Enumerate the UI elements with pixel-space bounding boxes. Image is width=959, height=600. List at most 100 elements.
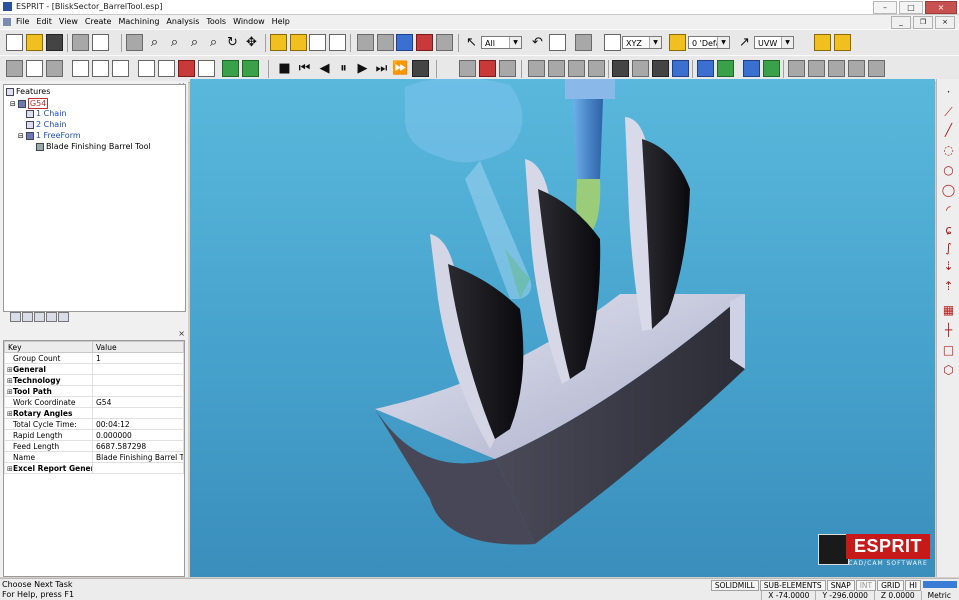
- property-value[interactable]: 1: [92, 352, 184, 364]
- chain-arrow-icon[interactable]: ⇣: [941, 259, 956, 274]
- document-icon[interactable]: [3, 18, 11, 26]
- polygon-icon[interactable]: ⬡: [941, 363, 956, 378]
- collision-icon[interactable]: [528, 60, 545, 77]
- tree-item-operation[interactable]: Blade Finishing Barrel Tool: [36, 142, 151, 151]
- workplane-icon[interactable]: [604, 34, 621, 51]
- stop-sim-icon[interactable]: ■: [276, 60, 293, 77]
- five-axis-icon[interactable]: [178, 60, 195, 77]
- part-icon[interactable]: [672, 60, 689, 77]
- uvw-select[interactable]: UVW ▼: [754, 36, 794, 49]
- property-row[interactable]: ⊞Tool Path: [4, 385, 184, 397]
- solid-color-icon[interactable]: [717, 60, 734, 77]
- property-row[interactable]: ⊞Rotary Angles: [4, 407, 184, 419]
- rotate-icon[interactable]: ↻: [224, 34, 241, 51]
- open-folder-icon[interactable]: [26, 34, 43, 51]
- doc-minimize-button[interactable]: _: [891, 16, 911, 29]
- holder-display-icon[interactable]: [479, 60, 496, 77]
- collapse-icon[interactable]: ⊟: [18, 132, 24, 140]
- menu-view[interactable]: View: [59, 17, 78, 26]
- doc-close-button[interactable]: ×: [935, 16, 955, 29]
- move-icon[interactable]: ✥: [243, 34, 260, 51]
- pause-icon[interactable]: ⏸: [335, 60, 352, 77]
- coordinate-select[interactable]: XYZ ▼: [622, 36, 662, 49]
- tool-display-icon[interactable]: [459, 60, 476, 77]
- end-icon[interactable]: [412, 60, 429, 77]
- layers-icon[interactable]: [357, 34, 374, 51]
- verify-icon[interactable]: [242, 60, 259, 77]
- step-back-icon[interactable]: ◀: [316, 60, 333, 77]
- mode-solidmill[interactable]: SOLIDMILL: [710, 580, 759, 591]
- menu-file[interactable]: File: [16, 17, 29, 26]
- gouge-check-icon[interactable]: [548, 60, 565, 77]
- menu-create[interactable]: Create: [85, 17, 112, 26]
- rebuild-icon[interactable]: [222, 60, 239, 77]
- pocketing-icon[interactable]: [92, 60, 109, 77]
- contouring-icon[interactable]: [112, 60, 129, 77]
- tool-end-mill-icon[interactable]: [788, 60, 805, 77]
- filter-select[interactable]: All ▼: [481, 36, 522, 49]
- stock-icon[interactable]: [46, 60, 63, 77]
- pattern-icon[interactable]: ▦: [941, 303, 956, 318]
- simulation-icon[interactable]: [396, 34, 413, 51]
- rewind-start-icon[interactable]: ⏮: [296, 60, 313, 77]
- collapse-icon[interactable]: ⊟: [10, 100, 16, 108]
- property-value[interactable]: [92, 363, 184, 375]
- hidden-lines-icon[interactable]: [329, 34, 346, 51]
- mode-sub-elements[interactable]: SUB-ELEMENTS: [759, 580, 826, 591]
- property-row[interactable]: Feed Length 6687.587298: [4, 440, 184, 452]
- property-row[interactable]: ⊞Technology: [4, 374, 184, 386]
- tab-machine[interactable]: [46, 312, 57, 322]
- solid-features-icon[interactable]: [763, 60, 780, 77]
- menu-window[interactable]: Window: [233, 17, 265, 26]
- menu-tools[interactable]: Tools: [206, 17, 226, 26]
- property-row[interactable]: Total Cycle Time: 00:04:12: [4, 418, 184, 430]
- tool-manager-icon[interactable]: [26, 60, 43, 77]
- menu-analysis[interactable]: Analysis: [166, 17, 199, 26]
- machine-setup-icon[interactable]: [6, 60, 23, 77]
- column-header-key[interactable]: Key: [4, 341, 93, 353]
- property-row[interactable]: Name Blade Finishing Barrel To...: [4, 451, 184, 463]
- tree-item-freeform[interactable]: ⊟ 1 FreeForm: [18, 131, 81, 140]
- new-file-icon[interactable]: [6, 34, 23, 51]
- property-row[interactable]: Group Count 1: [4, 352, 184, 364]
- colors-icon[interactable]: [416, 34, 433, 51]
- tree-item-chain-1[interactable]: 1 Chain: [26, 109, 66, 118]
- fixture-icon[interactable]: [632, 60, 649, 77]
- print-icon[interactable]: [72, 34, 89, 51]
- wireframe-icon[interactable]: [309, 34, 326, 51]
- tree-root[interactable]: Features: [6, 87, 50, 96]
- layer-icon[interactable]: [669, 34, 686, 51]
- circle-tangent-icon[interactable]: ◯: [941, 183, 956, 198]
- tree-work-coordinate[interactable]: ⊟ G54: [10, 98, 49, 109]
- zoom-in-icon[interactable]: ⌕: [166, 34, 183, 51]
- print-preview-icon[interactable]: [92, 34, 109, 51]
- curve-icon[interactable]: ∫: [941, 241, 956, 256]
- dimension-arrow-icon[interactable]: ⇡: [941, 279, 956, 294]
- solid-box-icon[interactable]: [697, 60, 714, 77]
- step-forward-icon[interactable]: ⏭: [373, 60, 390, 77]
- redo-icon[interactable]: [549, 34, 566, 51]
- save-icon[interactable]: [46, 34, 63, 51]
- property-row[interactable]: ⊞General: [4, 363, 184, 375]
- menu-edit[interactable]: Edit: [36, 17, 52, 26]
- maximize-button[interactable]: □: [899, 1, 923, 14]
- spiral-icon[interactable]: ɕ: [941, 223, 956, 238]
- operation-list-icon[interactable]: [198, 60, 215, 77]
- property-value[interactable]: 0.000000: [92, 429, 184, 441]
- tab-features[interactable]: [10, 312, 21, 322]
- rectangle-icon[interactable]: □: [941, 343, 956, 358]
- mode-grid[interactable]: GRID: [877, 580, 905, 591]
- features-tree[interactable]: Features ⊟ G54 1 Chain 2 Chain ⊟ 1 FreeF…: [3, 84, 186, 312]
- drilling-icon[interactable]: [138, 60, 155, 77]
- property-value[interactable]: [92, 385, 184, 397]
- tool-taper-icon[interactable]: [828, 60, 845, 77]
- doc-restore-button[interactable]: ❐: [913, 16, 933, 29]
- pan-icon[interactable]: [126, 34, 143, 51]
- arc-icon[interactable]: ◜: [941, 203, 956, 218]
- property-value[interactable]: [92, 407, 184, 419]
- property-row[interactable]: Work Coordinate G54: [4, 396, 184, 408]
- settings-icon[interactable]: [436, 34, 453, 51]
- point-icon[interactable]: ·: [941, 85, 956, 100]
- next-plane-icon[interactable]: [834, 34, 851, 51]
- shaded-edges-icon[interactable]: [290, 34, 307, 51]
